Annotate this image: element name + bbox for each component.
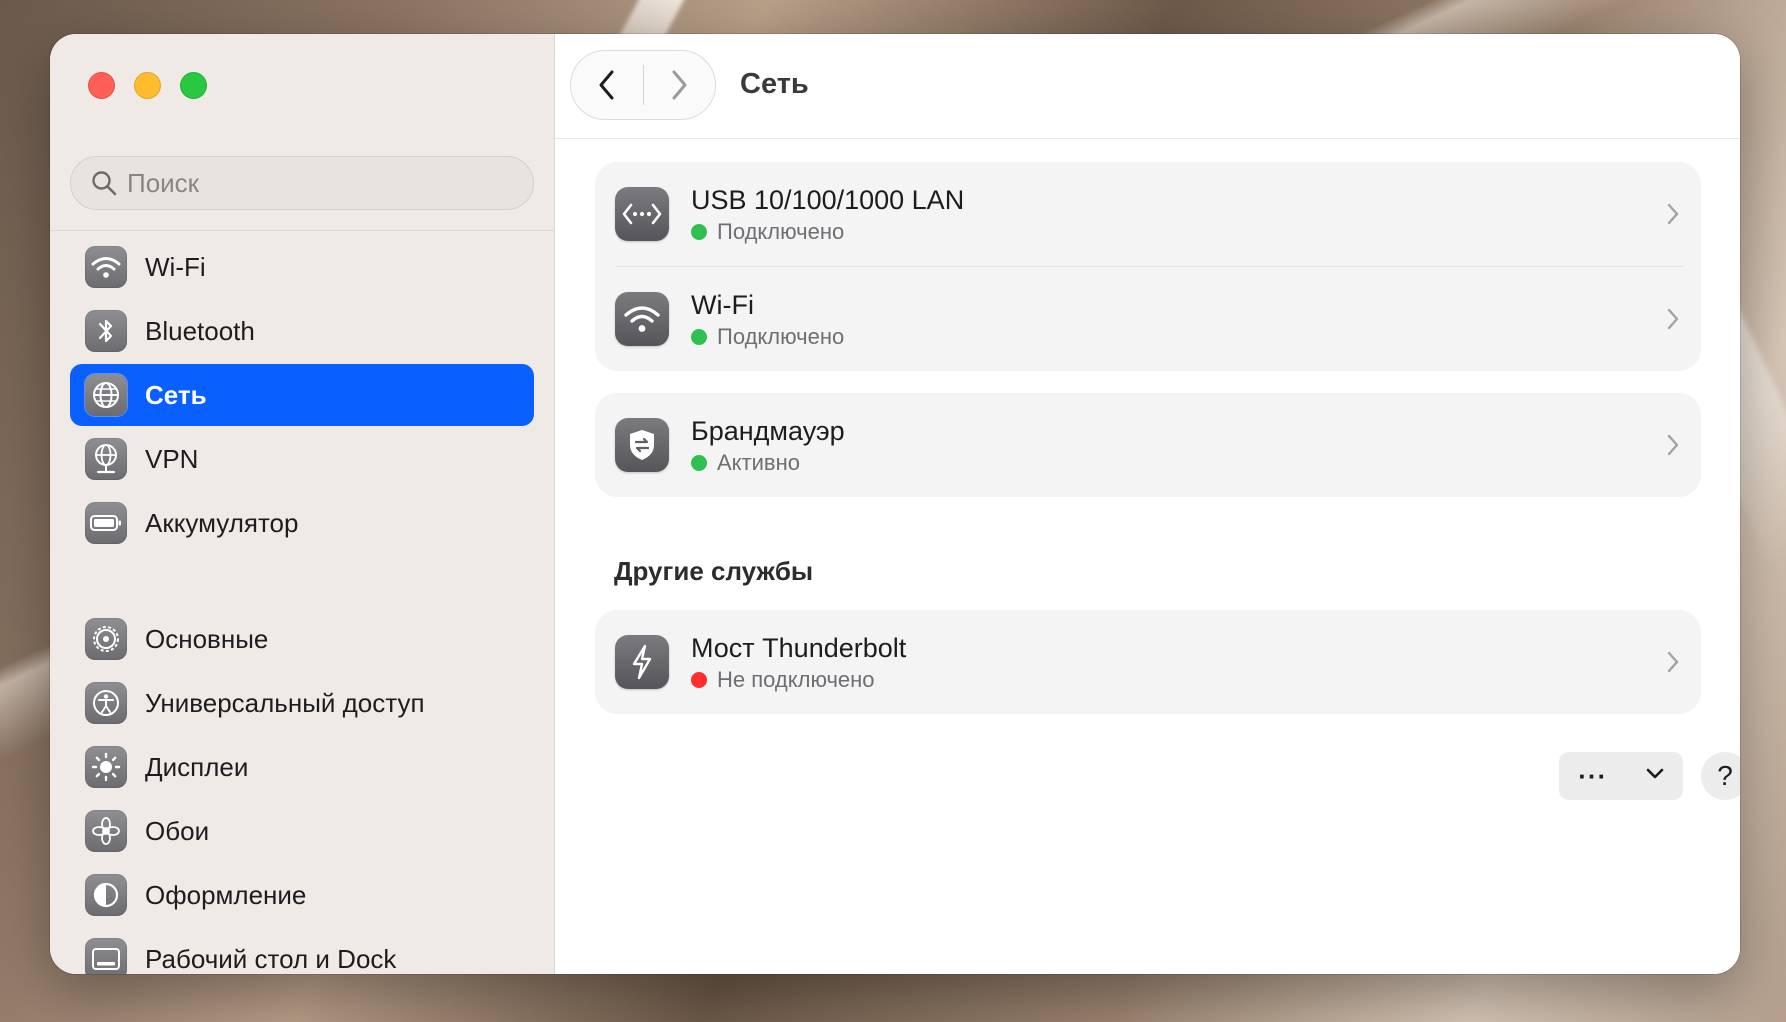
ellipsis-icon: ···	[1578, 760, 1608, 791]
status-dot	[691, 224, 707, 240]
bluetooth-icon	[85, 310, 127, 352]
status-dot	[691, 672, 707, 688]
sidebar-item-label: Универсальный доступ	[145, 687, 425, 718]
close-window-button[interactable]	[88, 72, 115, 99]
sidebar: Поиск Wi-Fi Bluetooth Сеть VPN Аккумулят…	[50, 34, 555, 974]
help-icon: ?	[1717, 760, 1733, 791]
service-title: Wi-Fi	[691, 290, 754, 320]
ethernet-icon	[615, 187, 669, 241]
sidebar-item-label: Обои	[145, 815, 210, 846]
sidebar-item-battery[interactable]: Аккумулятор	[70, 492, 534, 554]
service-status: Не подключено	[717, 667, 875, 692]
gear-icon	[85, 618, 127, 660]
service-row-wifi[interactable]: Wi-Fi Подключено	[595, 267, 1701, 371]
globe-icon	[85, 374, 127, 416]
sidebar-item-displays[interactable]: Дисплеи	[70, 736, 534, 798]
service-title: USB 10/100/1000 LAN	[691, 185, 965, 215]
sidebar-item-network[interactable]: Сеть	[70, 364, 534, 426]
settings-window: Поиск Wi-Fi Bluetooth Сеть VPN Аккумулят…	[50, 34, 1740, 974]
wifi-icon	[85, 246, 127, 288]
search-input[interactable]: Поиск	[127, 168, 199, 199]
other-services-group: Мост Thunderbolt Не подключено	[595, 610, 1701, 714]
sidebar-item-label: Оформление	[145, 879, 307, 910]
sidebar-item-label: Основные	[145, 623, 269, 654]
firewall-group: Брандмауэр Активно	[595, 393, 1701, 497]
chevron-right-icon	[1661, 198, 1685, 230]
battery-icon	[85, 502, 127, 544]
chevron-right-icon	[1661, 303, 1685, 335]
status-dot	[691, 455, 707, 471]
appearance-icon	[85, 874, 127, 916]
thunderbolt-icon	[615, 635, 669, 689]
sidebar-item-label: Рабочий стол и Dock	[145, 943, 397, 974]
accessibility-icon	[85, 682, 127, 724]
sidebar-item-label: Аккумулятор	[145, 507, 299, 538]
help-button[interactable]: ?	[1701, 752, 1740, 800]
wifi-icon	[615, 292, 669, 346]
sidebar-item-label: VPN	[145, 443, 199, 474]
interfaces-group: USB 10/100/1000 LAN Подключено Wi-Fi Под…	[595, 162, 1701, 371]
search-field[interactable]: Поиск	[70, 156, 534, 210]
service-row-ethernet[interactable]: USB 10/100/1000 LAN Подключено	[595, 162, 1701, 266]
back-button[interactable]	[571, 51, 643, 119]
search-icon	[87, 166, 121, 200]
service-title: Мост Thunderbolt	[691, 633, 907, 663]
flower-icon	[85, 810, 127, 852]
sidebar-item-vpn[interactable]: VPN	[70, 428, 534, 490]
main-content: Сеть USB 10/100/1000 LAN Подключено Wi-F…	[555, 34, 1740, 974]
toolbar: Сеть	[555, 34, 1740, 139]
sidebar-item-desktop-dock[interactable]: Рабочий стол и Dock	[70, 928, 534, 974]
sidebar-item-label: Дисплеи	[145, 751, 249, 782]
navigation-buttons	[570, 50, 716, 120]
sidebar-item-label: Bluetooth	[145, 315, 255, 346]
forward-button[interactable]	[644, 51, 716, 119]
chevron-right-icon	[1661, 429, 1685, 461]
sidebar-divider	[50, 230, 554, 231]
section-title-other-services: Другие службы	[614, 556, 814, 586]
firewall-row[interactable]: Брандмауэр Активно	[595, 393, 1701, 497]
page-title: Сеть	[740, 68, 809, 100]
sidebar-item-label: Wi-Fi	[145, 251, 206, 282]
sidebar-item-label: Сеть	[145, 379, 207, 410]
dock-icon	[85, 938, 127, 974]
brightness-icon	[85, 746, 127, 788]
sidebar-item-wifi[interactable]: Wi-Fi	[70, 236, 534, 298]
service-title: Брандмауэр	[691, 416, 845, 446]
firewall-shield-icon	[615, 418, 669, 472]
status-dot	[691, 329, 707, 345]
zoom-window-button[interactable]	[180, 72, 207, 99]
service-status: Подключено	[717, 219, 845, 244]
service-status: Подключено	[717, 324, 845, 349]
sidebar-item-general[interactable]: Основные	[70, 608, 534, 670]
more-actions-button[interactable]: ···	[1559, 752, 1683, 800]
chevron-down-icon	[1646, 767, 1664, 785]
sidebar-item-appearance[interactable]: Оформление	[70, 864, 534, 926]
sidebar-item-accessibility[interactable]: Универсальный доступ	[70, 672, 534, 734]
minimize-window-button[interactable]	[134, 72, 161, 99]
vpn-globe-icon	[85, 438, 127, 480]
window-controls	[88, 72, 207, 99]
service-status: Активно	[717, 450, 800, 475]
chevron-left-icon	[599, 70, 614, 100]
service-row-thunderbolt[interactable]: Мост Thunderbolt Не подключено	[595, 610, 1701, 714]
chevron-right-icon	[672, 70, 687, 100]
sidebar-item-wallpaper[interactable]: Обои	[70, 800, 534, 862]
sidebar-item-bluetooth[interactable]: Bluetooth	[70, 300, 534, 362]
chevron-right-icon	[1661, 646, 1685, 678]
